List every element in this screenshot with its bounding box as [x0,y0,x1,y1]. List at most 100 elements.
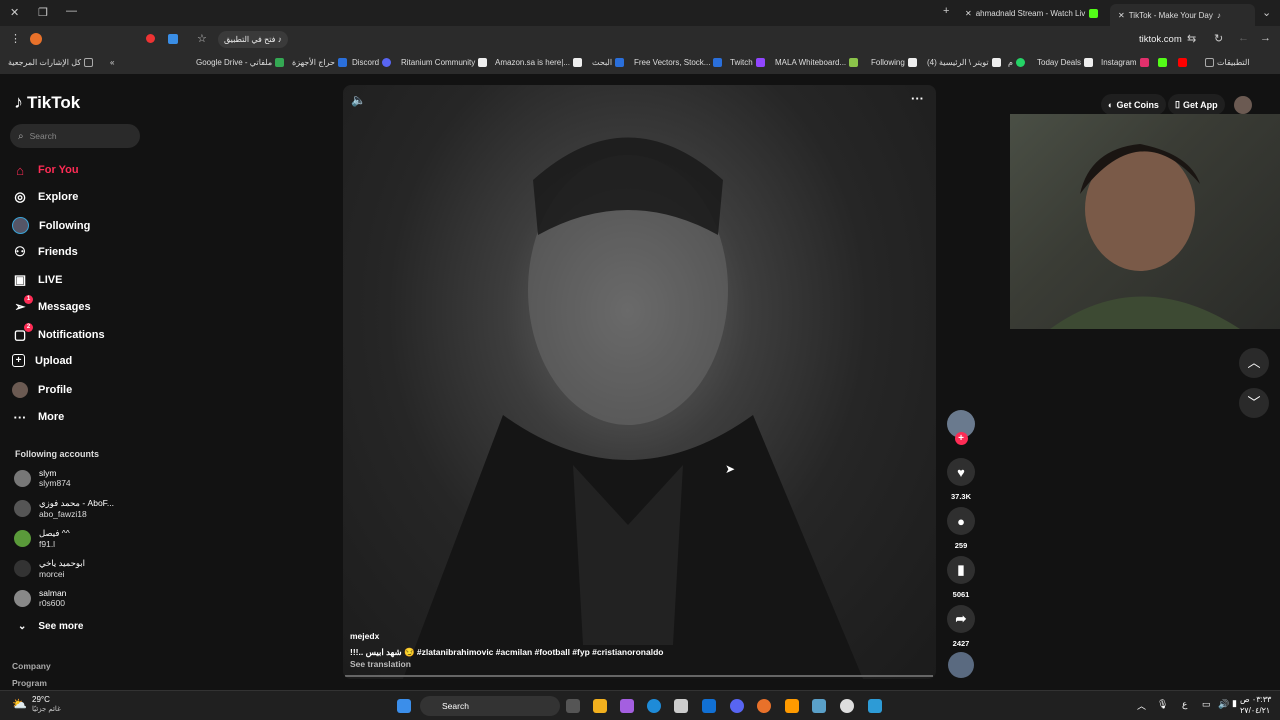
video-progress-bar[interactable] [345,675,933,677]
extension-icon[interactable] [146,34,155,43]
bookmark-item[interactable]: (4) تويتر \ الرئيسية [927,58,1001,67]
see-more-button[interactable]: ⌄ See more [18,621,83,632]
bookmark-item[interactable]: MALA Whiteboard... [775,58,859,67]
app-icon[interactable] [812,699,826,713]
like-button[interactable]: ♥ 37.3K [946,458,976,501]
nav-explore[interactable]: ◎ Explore [12,189,78,205]
get-coins-button[interactable]: ◐ Get Coins [1101,94,1166,115]
nav-notifications[interactable]: ▢ 2 Notifications [12,323,105,343]
bookmark-item[interactable]: Free Vectors, Stock... [634,58,723,67]
more-options-icon[interactable]: ··· [911,91,924,106]
copilot-icon[interactable] [620,699,634,713]
tab-search-icon[interactable]: ⌄ [1262,6,1271,19]
account-item[interactable]: ابوحميد ياخي morcei [14,558,85,579]
volume-icon[interactable]: 🔈 [351,93,366,107]
account-item[interactable]: فيصل ^^ f91.l [14,528,70,549]
discord-icon[interactable] [730,699,744,713]
bookmark-item[interactable]: Following [871,58,917,67]
task-view-icon[interactable] [566,699,580,713]
account-item[interactable]: محمد فوزي - AboF... abo_fawzi18 [14,498,114,519]
minimize-window-icon[interactable]: — [66,5,77,17]
nav-profile[interactable]: Profile [12,382,72,398]
chrome-icon[interactable] [757,699,771,713]
extension-icon[interactable] [30,33,42,45]
footer-program-link[interactable]: Program [12,678,47,688]
share-button[interactable]: ➦ 2427 [946,605,976,648]
follow-plus-icon[interactable]: + [954,432,968,445]
back-icon[interactable]: → [1260,32,1271,44]
nav-upload[interactable]: + Upload [12,354,72,367]
extension-icon[interactable] [168,34,178,44]
app-icon[interactable] [868,699,882,713]
account-item[interactable]: slym slym874 [14,468,71,488]
language-indicator[interactable]: ع [1182,699,1187,710]
nav-live[interactable]: ▣ LIVE [12,272,63,288]
profile-avatar[interactable] [1234,96,1252,114]
bookmark-item[interactable]: Ritanium Community [401,58,488,67]
menu-icon[interactable]: ⋮ [10,32,21,45]
battery-icon[interactable]: ▮ [1232,698,1237,709]
nav-more[interactable]: ··· More [12,409,65,425]
comment-button[interactable]: ● 259 [946,507,976,550]
forward-icon[interactable]: ← [1238,32,1249,44]
nav-messages[interactable]: ➢ 1 Messages [12,295,91,315]
kick-icon[interactable] [1158,58,1167,67]
bookmark-item[interactable]: Twitch [730,58,765,67]
network-icon[interactable]: ▭ [1202,699,1211,710]
clock-time[interactable]: ٠٣:٣٣ ص [1240,695,1271,704]
author-avatar-button[interactable]: + [946,410,976,445]
taskbar-search[interactable]: Search [420,696,560,716]
bookmark-item[interactable]: Amazon.sa is here|... [495,58,582,67]
tab-stream[interactable]: ✕ ahmadnald Stream - Watch Liv [965,4,1099,22]
search-input[interactable]: Search [30,131,57,141]
search-box[interactable]: ⌕ Search [10,124,140,148]
save-button[interactable]: ▮ 5061 [946,556,976,599]
new-tab-icon[interactable]: + [943,5,949,17]
reload-icon[interactable]: ↻ [1214,32,1223,45]
next-video-button[interactable]: ﹀ [1239,388,1269,418]
speaker-icon[interactable]: 🔊 [1218,699,1229,710]
bookmark-item[interactable]: حراج الأجهزة [292,58,347,67]
chevron-icon[interactable]: « [110,58,114,67]
bookmark-item[interactable]: Instagram [1101,58,1149,67]
tiktok-logo[interactable]: ♪ TikTok [14,92,80,113]
video-player[interactable]: 🔈 ··· ➤ mejedx !!!.. شهد ابيس 😏 #zlatani… [343,85,936,679]
microphone-icon[interactable]: 🎙 [1157,699,1168,710]
tray-overflow-icon[interactable]: ︿ [1137,699,1146,712]
close-tab-icon[interactable]: ✕ [1118,11,1125,20]
start-icon[interactable] [397,699,411,713]
clock-date[interactable]: ٢٧/٠٤/٢١ [1240,706,1270,715]
close-window-icon[interactable]: ✕ [10,6,19,19]
bookmark-item[interactable]: البحث [592,58,625,67]
sound-disc-button[interactable] [946,652,976,678]
app-icon[interactable] [840,699,854,713]
tab-tiktok[interactable]: ✕ TikTok - Make Your Day ♪ [1110,4,1255,26]
outlook-icon[interactable] [702,699,716,713]
open-in-app-button[interactable]: فتح في التطبيق ♪ [218,31,288,48]
site-settings-icon[interactable]: ⇆ [1187,32,1196,45]
bookmark-item[interactable]: Discord [352,58,392,67]
bookmark-star-icon[interactable]: ☆ [197,32,207,45]
nav-friends[interactable]: ⚇ Friends [12,244,78,260]
store-icon[interactable] [674,699,688,713]
edge-icon[interactable] [647,699,661,713]
bookmark-item[interactable]: Today Deals [1037,58,1094,67]
video-author[interactable]: mejedx [350,631,379,641]
footer-company-link[interactable]: Company [12,661,51,671]
nav-following[interactable]: Following [12,217,90,234]
bookmark-item[interactable]: Google Drive - ملفاتي [196,58,285,67]
youtube-icon[interactable] [1178,58,1187,67]
url-text[interactable]: tiktok.com [1139,34,1182,45]
previous-video-button[interactable]: ︿ [1239,348,1269,378]
account-item[interactable]: salman r0s600 [14,588,66,608]
bookmark-apps[interactable]: التطبيقات [1205,58,1249,67]
illustrator-icon[interactable] [785,699,799,713]
weather-icon[interactable]: ⛅ [12,697,27,711]
get-app-button[interactable]: ▯ Get App [1168,94,1225,115]
bookmark-item[interactable]: م [1008,58,1025,67]
nav-for-you[interactable]: ⌂ For You [12,162,78,178]
close-tab-icon[interactable]: ✕ [965,9,972,18]
see-translation-link[interactable]: See translation [350,659,411,669]
bookmark-all[interactable]: كل الإشارات المرجعية [8,58,94,67]
file-explorer-icon[interactable] [593,699,607,713]
